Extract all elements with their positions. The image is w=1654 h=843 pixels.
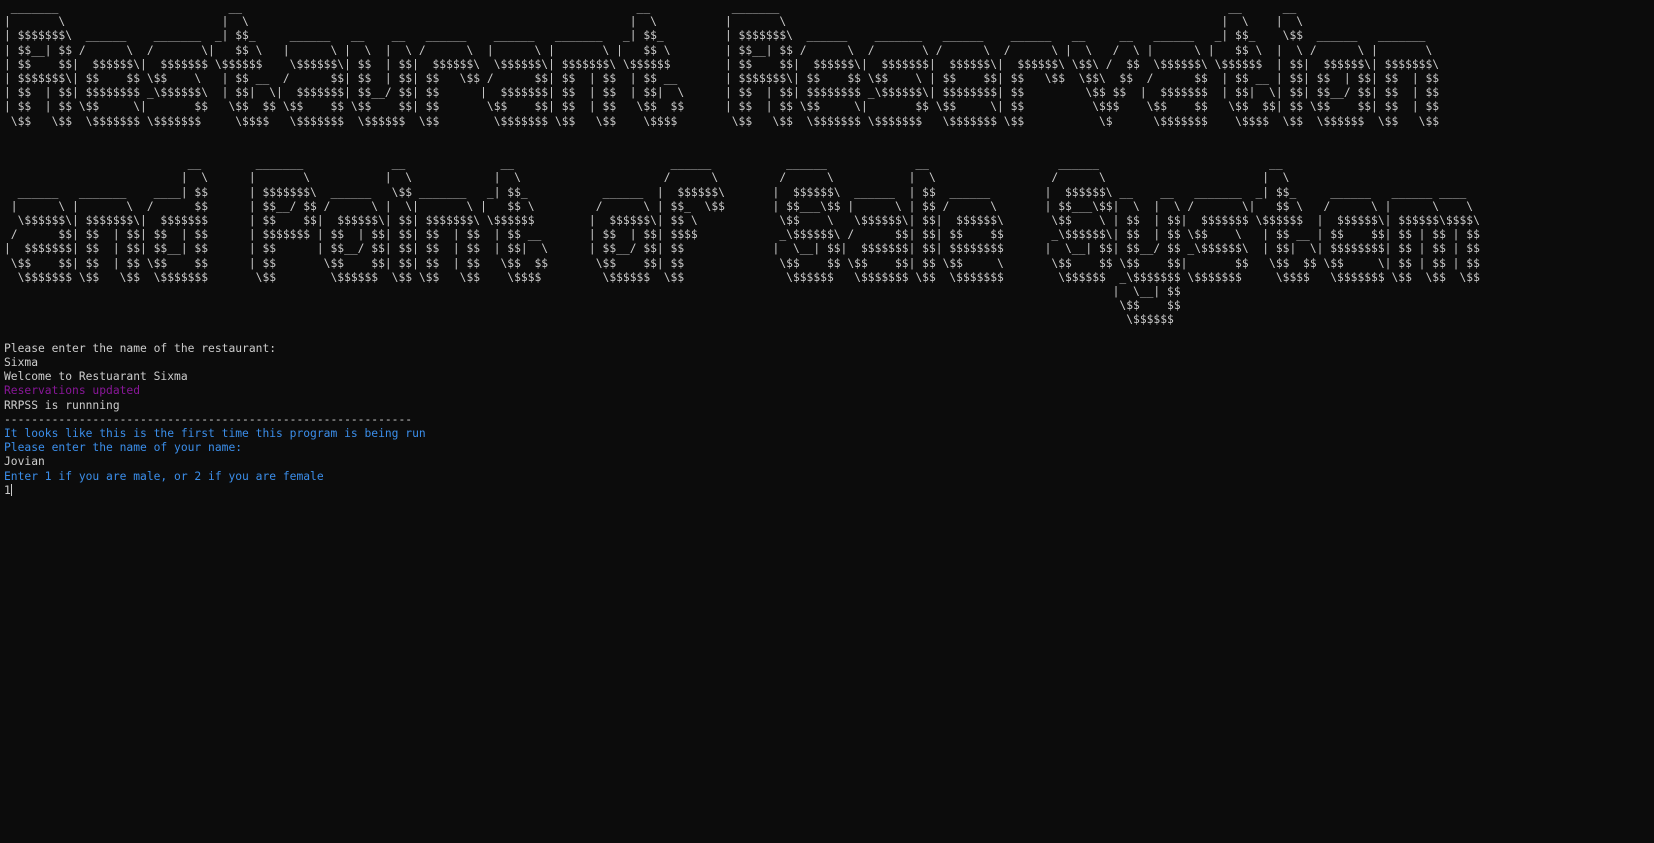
input-user-name: Jovian bbox=[4, 455, 45, 469]
text-cursor bbox=[10, 483, 12, 496]
first-run-message: It looks like this is the first time thi… bbox=[4, 426, 426, 440]
input-line[interactable]: 1 bbox=[4, 483, 1654, 498]
input-restaurant-name: Sixma bbox=[4, 356, 39, 370]
terminal-window[interactable]: _______ __ __ _______ __ __ | \ | \ | \ … bbox=[4, 1, 1654, 843]
input-value[interactable]: 1 bbox=[4, 484, 11, 497]
prompt-gender: Enter 1 if you are male, or 2 if you are… bbox=[4, 469, 324, 483]
ascii-banner-point-of-sale-system: __ _______ __ __ ______ ______ __ ______… bbox=[4, 157, 1480, 327]
prompt-user-name: Please enter the name of your name: bbox=[4, 441, 243, 455]
prompt-restaurant-name: Please enter the name of the restaurant: bbox=[4, 341, 277, 355]
running-status: RRPSS is runnning bbox=[4, 398, 120, 412]
reservations-status: Reservations updated bbox=[4, 384, 141, 398]
separator: ----------------------------------------… bbox=[4, 412, 413, 426]
ascii-banner-restaurant-reservation: _______ __ __ _______ __ __ | \ | \ | \ … bbox=[4, 1, 1440, 128]
welcome-message: Welcome to Restuarant Sixma bbox=[4, 370, 188, 384]
